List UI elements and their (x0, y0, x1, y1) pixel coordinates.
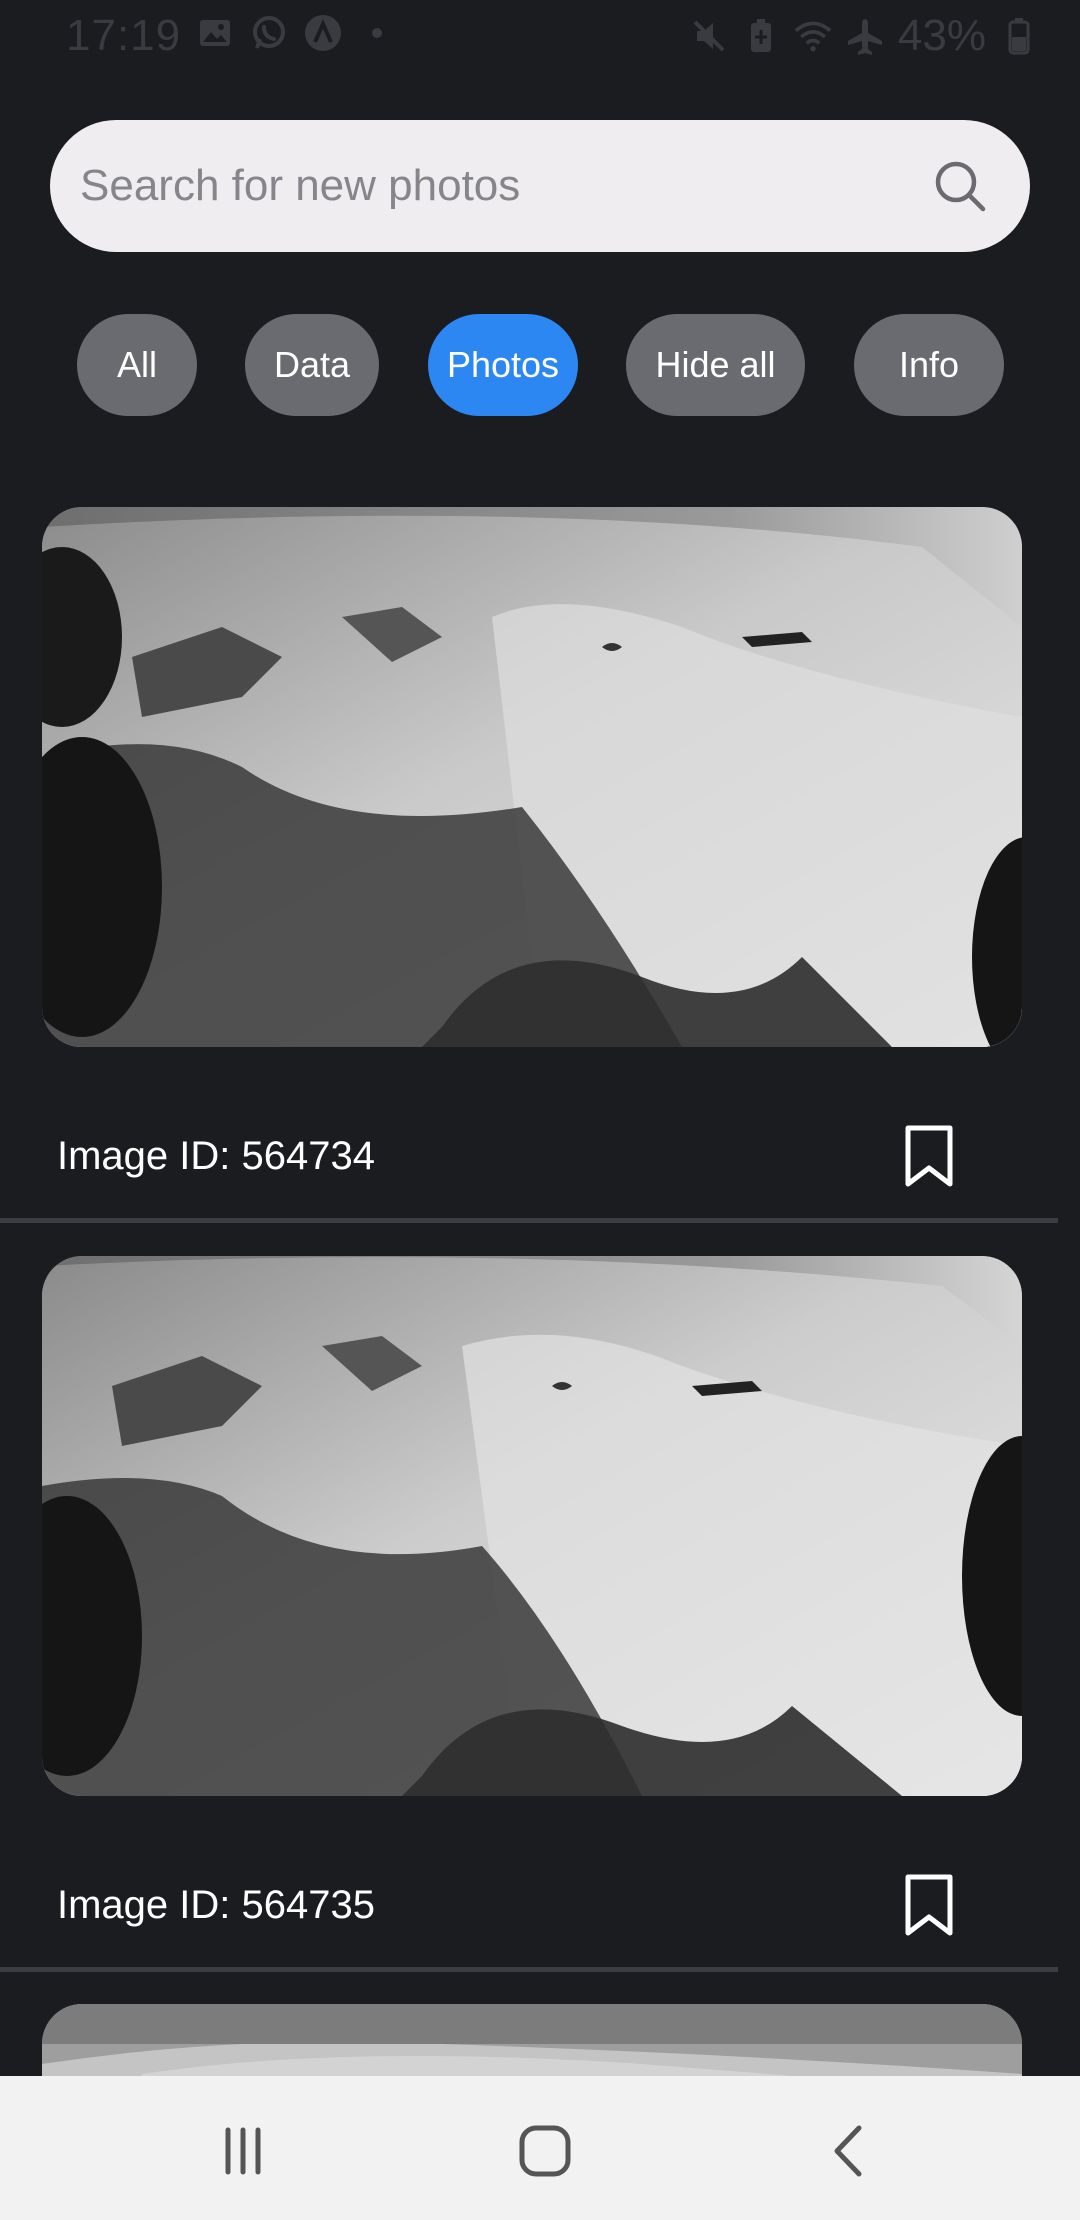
status-bar: 17:19 43% (0, 0, 1080, 72)
home-icon[interactable] (510, 2116, 580, 2186)
divider (0, 1218, 1058, 1223)
whatsapp-icon (250, 14, 288, 52)
bookmark-icon[interactable] (900, 1873, 958, 1937)
search-input[interactable]: Search for new photos (80, 120, 520, 252)
divider (0, 1967, 1058, 1972)
recent-apps-icon[interactable] (208, 2116, 278, 2186)
search-icon[interactable] (934, 160, 986, 212)
battery-saver-icon (742, 17, 780, 55)
dot-icon (358, 14, 396, 52)
photo-terrain (42, 1256, 1022, 1796)
chip-all[interactable]: All (77, 314, 197, 416)
filter-chips: All Data Photos Hide all Info (0, 314, 1080, 418)
airplane-icon (846, 17, 884, 55)
mute-icon (690, 17, 728, 55)
notification-icons (196, 14, 396, 52)
status-time: 17:19 (66, 11, 182, 60)
mars-photo[interactable] (42, 1256, 1022, 1796)
back-icon[interactable] (812, 2116, 882, 2186)
app-screen: 17:19 43% Search for new photos All Data… (0, 0, 1080, 2220)
chip-info[interactable]: Info (854, 314, 1004, 416)
wifi-icon (794, 17, 832, 55)
battery-icon (1000, 17, 1038, 55)
system-nav-bar (0, 2076, 1080, 2220)
image-caption: Image ID: 564734 (57, 1134, 375, 1178)
mars-photo[interactable] (42, 507, 1022, 1047)
search-bar[interactable]: Search for new photos (50, 120, 1030, 252)
chip-photos[interactable]: Photos (428, 314, 578, 416)
gallery-icon (196, 14, 234, 52)
bookmark-icon[interactable] (900, 1124, 958, 1188)
chip-data[interactable]: Data (245, 314, 379, 416)
image-caption: Image ID: 564735 (57, 1883, 375, 1927)
system-icons: 43% (690, 10, 1038, 62)
battery-percent: 43% (897, 11, 986, 60)
app-icon (304, 14, 342, 52)
photo-terrain (42, 507, 1022, 1047)
chip-hide-all[interactable]: Hide all (626, 314, 805, 416)
